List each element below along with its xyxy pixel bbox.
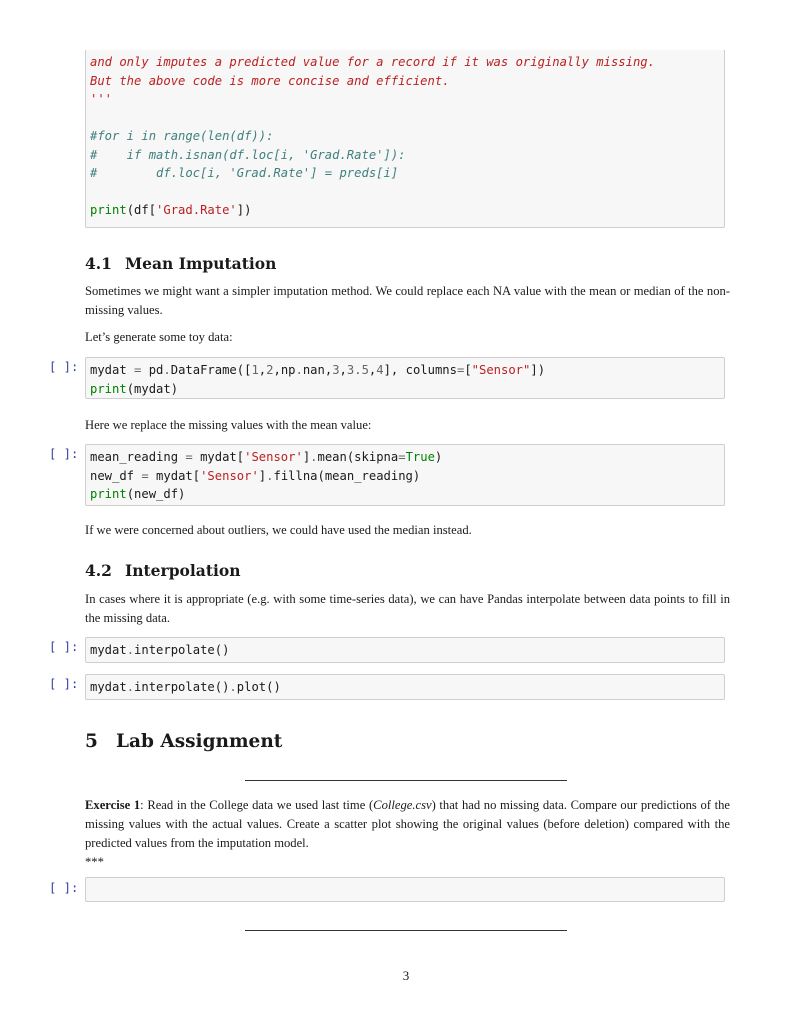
notebook-page: and only imputes a predicted value for a… bbox=[0, 0, 812, 1024]
code-text: , bbox=[339, 363, 347, 377]
print-keyword: print bbox=[90, 203, 127, 217]
code-text: mean_reading bbox=[90, 450, 186, 464]
code-text: nan, bbox=[302, 363, 333, 377]
code-text: mydat[ bbox=[148, 468, 201, 483]
code-text: mean(skipna bbox=[317, 450, 399, 464]
code-text: ,np bbox=[273, 363, 296, 377]
file-name: College.csv bbox=[373, 798, 432, 812]
code-cell-interpolate-plot[interactable]: mydat.interpolate().plot() bbox=[85, 674, 725, 700]
docstring-line: But the above code is more concise and e… bbox=[90, 73, 450, 88]
operator: . bbox=[229, 680, 237, 694]
section-number: 4.2 bbox=[85, 561, 112, 580]
code-text: ) bbox=[434, 450, 443, 464]
horizontal-rule bbox=[245, 780, 567, 781]
code-text: pd bbox=[141, 363, 164, 377]
code-cell-empty[interactable] bbox=[85, 877, 725, 902]
section-heading-5: 5 Lab Assignment bbox=[85, 731, 282, 752]
string-literal: "Sensor" bbox=[471, 363, 531, 377]
code-cell-toy-data[interactable]: mydat = pd.DataFrame([1,2,np.nan,3,3.5,4… bbox=[85, 357, 725, 399]
code-text: (new_df) bbox=[126, 487, 186, 501]
exercise-text: : Read in the College data we used last … bbox=[140, 798, 374, 812]
code-cell-mean-imputation[interactable]: mean_reading = mydat['Sensor'].mean(skip… bbox=[85, 444, 725, 506]
operator: = bbox=[398, 450, 406, 464]
code-text: interpolate() bbox=[134, 680, 230, 694]
operator: = bbox=[141, 468, 149, 483]
comment-line: # df.loc[i, 'Grad.Rate'] = preds[i] bbox=[90, 166, 399, 180]
print-keyword: print bbox=[90, 487, 127, 501]
code-text: mydat bbox=[90, 680, 127, 694]
code-text: ]) bbox=[236, 203, 252, 217]
string-literal: 'Sensor' bbox=[244, 450, 303, 464]
print-keyword: print bbox=[90, 381, 127, 396]
docstring-line: and only imputes a predicted value for a… bbox=[90, 55, 655, 69]
operator: . bbox=[163, 363, 171, 377]
code-cell-grad-rate[interactable]: and only imputes a predicted value for a… bbox=[85, 50, 725, 228]
section-heading-4-2: 4.2 Interpolation bbox=[85, 561, 240, 580]
code-text: [ bbox=[464, 363, 472, 377]
operator: . bbox=[126, 680, 135, 694]
paragraph: Here we replace the missing values with … bbox=[85, 418, 372, 432]
code-text: (mydat) bbox=[126, 381, 179, 396]
number-literal: 1 bbox=[251, 363, 259, 377]
cell-prompt: [ ]: bbox=[49, 881, 79, 895]
number-literal: 4 bbox=[376, 363, 384, 377]
comment-line: # if math.isnan(df.loc[i, 'Grad.Rate']): bbox=[90, 147, 406, 162]
paragraph: Let’s generate some toy data: bbox=[85, 330, 233, 344]
paragraph: Sometimes we might want a simpler imputa… bbox=[85, 284, 730, 317]
code-cell-interpolate[interactable]: mydat.interpolate() bbox=[85, 637, 725, 663]
code-text: ]) bbox=[530, 363, 546, 377]
docstring-line: ''' bbox=[90, 92, 113, 106]
exercise-label: Exercise 1 bbox=[85, 798, 141, 812]
paragraph: If we were concerned about outliers, we … bbox=[85, 523, 472, 537]
section-title: Mean Imputation bbox=[125, 254, 277, 273]
string-literal: 'Grad.Rate' bbox=[156, 203, 237, 217]
code-text: ], columns bbox=[383, 363, 457, 377]
horizontal-rule bbox=[245, 930, 567, 931]
comment-line: #for i in range(len(df)): bbox=[90, 129, 274, 143]
keyword: True bbox=[405, 450, 435, 464]
cell-prompt: [ ]: bbox=[49, 447, 79, 461]
section-title: Lab Assignment bbox=[116, 731, 283, 752]
operator: = bbox=[185, 450, 193, 464]
section-title: Interpolation bbox=[125, 561, 241, 580]
code-text: plot() bbox=[236, 680, 281, 694]
code-text: mydat bbox=[90, 363, 135, 377]
cell-prompt: [ ]: bbox=[49, 677, 79, 691]
paragraph: In cases where it is appropriate (e.g. w… bbox=[85, 592, 730, 625]
number-literal: 3.5 bbox=[346, 363, 369, 377]
exercise-1: Exercise 1: Read in the College data we … bbox=[85, 796, 730, 872]
string-literal: 'Sensor' bbox=[200, 468, 259, 483]
code-text: new_df bbox=[90, 468, 142, 483]
cell-prompt: [ ]: bbox=[49, 640, 79, 654]
code-text: (df[ bbox=[126, 203, 157, 217]
code-text: mydat[ bbox=[192, 450, 245, 464]
page-number: 3 bbox=[402, 968, 410, 983]
code-text: mydat bbox=[90, 643, 127, 657]
section-heading-4-1: 4.1 Mean Imputation bbox=[85, 254, 276, 273]
operator: . bbox=[310, 450, 318, 464]
section-number: 4.1 bbox=[85, 254, 112, 273]
cell-prompt: [ ]: bbox=[49, 360, 79, 374]
operator: . bbox=[295, 363, 303, 377]
code-text: DataFrame([ bbox=[170, 363, 252, 377]
stars-marker: *** bbox=[85, 855, 104, 869]
code-text: fillna(mean_reading) bbox=[273, 468, 421, 483]
number-literal: 3 bbox=[332, 363, 340, 377]
code-text: interpolate() bbox=[134, 643, 230, 657]
operator: . bbox=[126, 643, 135, 657]
section-number: 5 bbox=[85, 731, 98, 752]
